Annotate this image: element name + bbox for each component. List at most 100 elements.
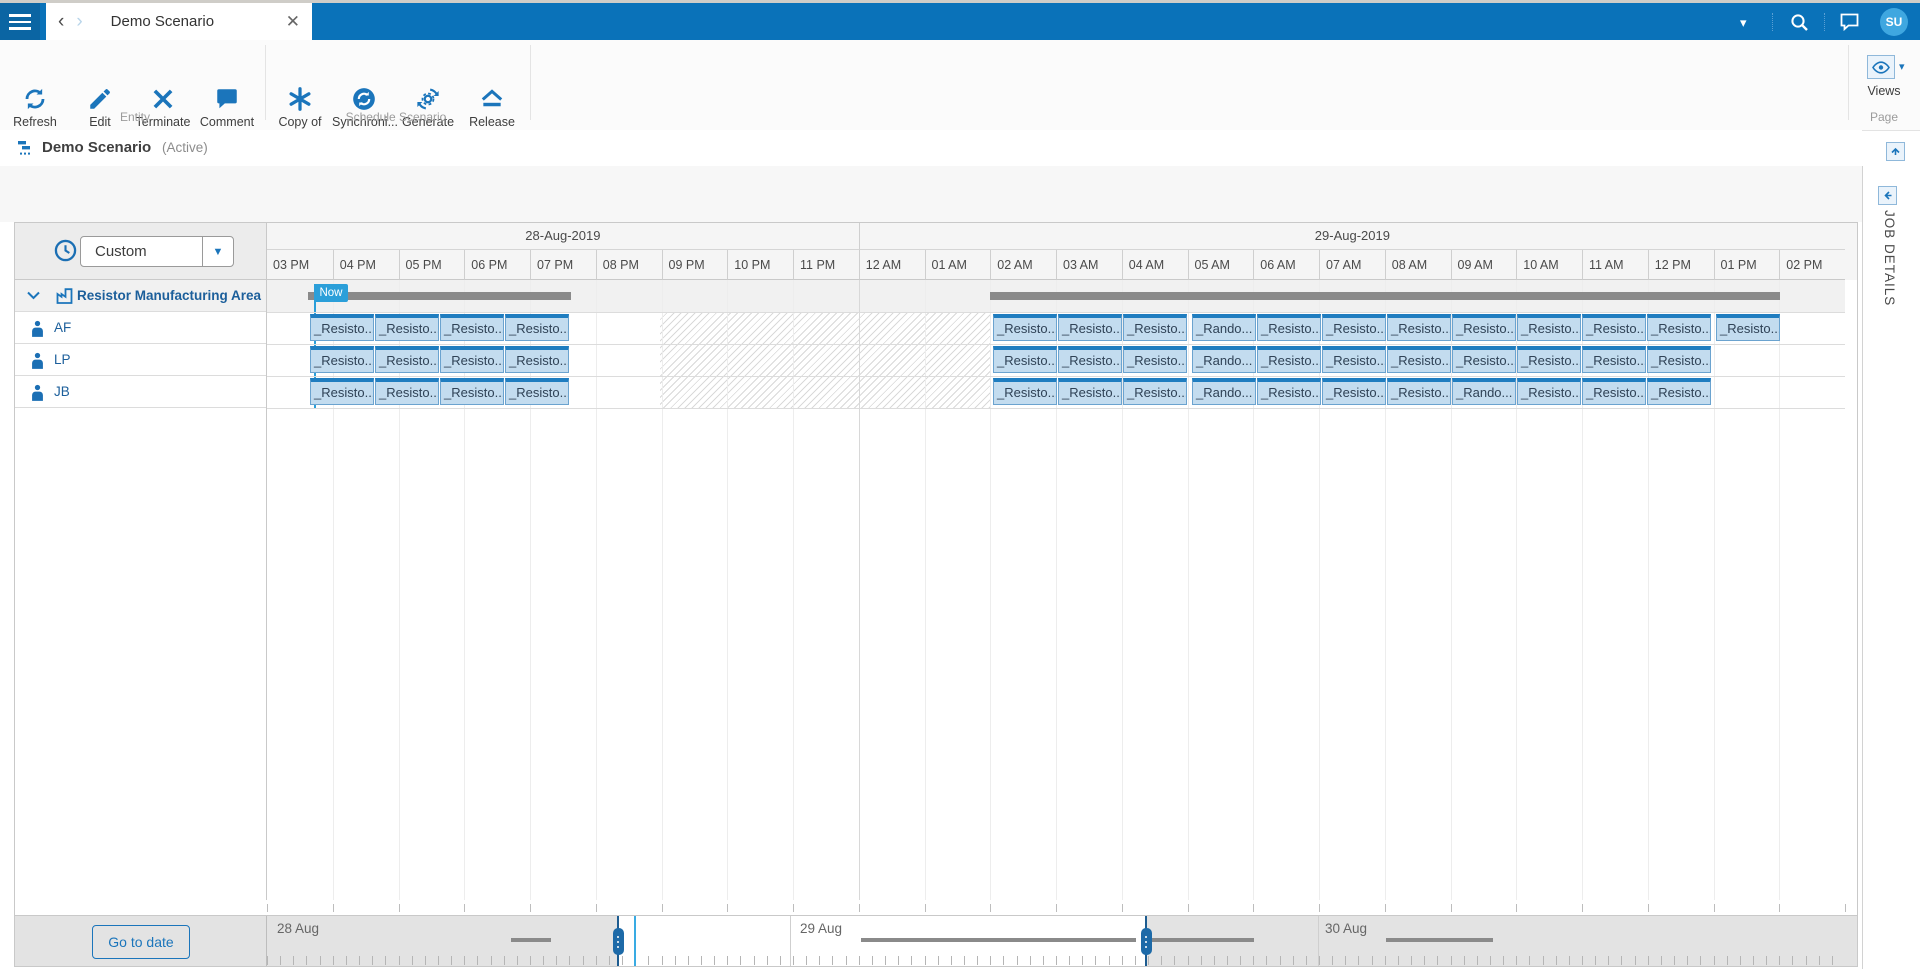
- gantt-bar-label: _Rando...: [1453, 382, 1515, 403]
- gantt-bar[interactable]: _Resisto...: [1647, 314, 1711, 341]
- grid-line: [1779, 280, 1780, 900]
- gantt-bar[interactable]: _Resisto...: [1058, 378, 1122, 405]
- gantt-bar[interactable]: _Resisto...: [1123, 378, 1187, 405]
- tab-close-icon[interactable]: ✕: [286, 13, 300, 30]
- gantt-bar[interactable]: _Resisto...: [505, 346, 569, 373]
- gantt-bar-label: _Resisto...: [1648, 318, 1710, 339]
- gantt-bar[interactable]: _Resisto...: [1582, 314, 1646, 341]
- gantt-bar[interactable]: _Resisto...: [1582, 346, 1646, 373]
- gantt-bar[interactable]: _Resisto...: [440, 346, 504, 373]
- gantt-bar[interactable]: _Resisto...: [1058, 314, 1122, 341]
- gantt-bar[interactable]: _Resisto...: [1452, 346, 1516, 373]
- gantt-bar[interactable]: _Rando...: [1452, 378, 1516, 405]
- gantt-bar[interactable]: _Resisto...: [1058, 346, 1122, 373]
- overview-strip[interactable]: 28 Aug29 Aug30 Aug: [267, 916, 1858, 967]
- gantt-bar[interactable]: _Resisto...: [1123, 346, 1187, 373]
- overview-handle[interactable]: [1141, 928, 1152, 955]
- gantt-bar[interactable]: _Resisto...: [310, 314, 374, 341]
- gantt-bar[interactable]: _Resisto...: [1322, 378, 1386, 405]
- hour-cell: 10 PM: [727, 250, 793, 280]
- gantt-bar[interactable]: _Resisto...: [1123, 314, 1187, 341]
- resource-row[interactable]: LP: [14, 344, 266, 376]
- chevron-down-icon[interactable]: [26, 290, 41, 301]
- topbar-separator: [1772, 13, 1773, 31]
- overview-tick: [990, 956, 991, 965]
- gantt-bar[interactable]: _Resisto...: [1322, 346, 1386, 373]
- overview-tick: [1056, 956, 1057, 965]
- gantt-bar[interactable]: _Resisto...: [1517, 346, 1581, 373]
- hamburger-menu-icon[interactable]: [0, 3, 40, 40]
- resource-row[interactable]: JB: [14, 376, 266, 408]
- ruler-tick: [267, 904, 268, 912]
- gantt-bar-label: _Resisto...: [441, 318, 503, 339]
- gantt-bar[interactable]: _Resisto...: [1517, 378, 1581, 405]
- gantt-bar[interactable]: _Resisto...: [505, 314, 569, 341]
- collapse-panel-button[interactable]: [1878, 186, 1897, 205]
- gantt-bar[interactable]: _Resisto...: [1582, 378, 1646, 405]
- gantt-bar[interactable]: _Resisto...: [1647, 346, 1711, 373]
- grid-line: [333, 280, 334, 900]
- overview-tick: [1135, 956, 1136, 965]
- grid-line: [727, 280, 728, 900]
- gantt-bar[interactable]: _Resisto...: [310, 346, 374, 373]
- views-caret-icon[interactable]: ▾: [1899, 60, 1905, 73]
- resource-row[interactable]: AF: [14, 312, 266, 344]
- scenario-tab[interactable]: ‹ › Demo Scenario ✕: [46, 3, 312, 40]
- gantt-bar[interactable]: _Resisto...: [993, 346, 1057, 373]
- gantt-bar-label: _Resisto...: [1059, 318, 1121, 339]
- gantt-bar[interactable]: _Resisto...: [375, 378, 439, 405]
- go-to-date-button[interactable]: Go to date: [92, 925, 190, 959]
- gantt-bar[interactable]: _Resisto...: [1257, 378, 1321, 405]
- overview-tick: [1753, 956, 1754, 965]
- ruler-tick: [1648, 904, 1649, 912]
- x-icon: [131, 86, 195, 112]
- gantt-bar[interactable]: _Rando...: [1192, 346, 1256, 373]
- gantt-bar[interactable]: _Resisto...: [1387, 314, 1451, 341]
- forward-chevron-icon[interactable]: ›: [70, 12, 88, 31]
- hour-cell: 05 AM: [1188, 250, 1254, 280]
- gantt-bar[interactable]: _Rando...: [1192, 314, 1256, 341]
- gantt-bar[interactable]: _Resisto...: [1387, 378, 1451, 405]
- gantt-bar[interactable]: _Resisto...: [1452, 314, 1516, 341]
- person-icon: [30, 320, 45, 337]
- gantt-bar[interactable]: _Resisto...: [993, 314, 1057, 341]
- views-button[interactable]: [1867, 55, 1895, 79]
- ruler-tick: [1451, 904, 1452, 912]
- overview-tick: [1490, 956, 1491, 965]
- date-cell: 29-Aug-2019: [859, 222, 1845, 250]
- overview-handle[interactable]: [613, 928, 624, 955]
- gantt-bar[interactable]: _Resisto...: [993, 378, 1057, 405]
- gantt-bar[interactable]: _Resisto...: [1257, 314, 1321, 341]
- collapse-up-button[interactable]: [1886, 142, 1905, 161]
- overview-tick: [1161, 956, 1162, 965]
- gantt-bar-label: _Resisto...: [1453, 318, 1515, 339]
- chat-icon[interactable]: [1840, 13, 1859, 31]
- gantt-bar[interactable]: _Resisto...: [310, 378, 374, 405]
- gantt-bar[interactable]: _Rando...: [1192, 378, 1256, 405]
- gantt-bar[interactable]: _Resisto...: [505, 378, 569, 405]
- hour-cell: 08 PM: [596, 250, 662, 280]
- overview-tick: [1556, 956, 1557, 965]
- gantt-bar[interactable]: _Resisto...: [375, 314, 439, 341]
- overview-left-cell: Go to date: [14, 916, 267, 967]
- gantt-bar[interactable]: _Resisto...: [440, 314, 504, 341]
- gantt-bar[interactable]: _Resisto...: [1257, 346, 1321, 373]
- overview-tick: [1017, 956, 1018, 965]
- gantt-bar[interactable]: _Resisto...: [440, 378, 504, 405]
- gantt-bar[interactable]: _Resisto...: [1387, 346, 1451, 373]
- gantt-bar[interactable]: _Resisto...: [1716, 314, 1780, 341]
- gantt-bar[interactable]: _Resisto...: [1322, 314, 1386, 341]
- area-row[interactable]: Resistor Manufacturing Area: [14, 280, 266, 312]
- hour-cell: 06 PM: [464, 250, 530, 280]
- overview-tick: [1188, 956, 1189, 965]
- job-details-tab[interactable]: JOB DETAILS: [1882, 210, 1897, 306]
- time-scale-select[interactable]: Custom ▼: [80, 236, 234, 267]
- overview-tick: [1398, 956, 1399, 965]
- global-search-icon[interactable]: [1790, 13, 1809, 32]
- gantt-bar[interactable]: _Resisto...: [375, 346, 439, 373]
- gantt-bar[interactable]: _Resisto...: [1647, 378, 1711, 405]
- gantt-bar[interactable]: _Resisto...: [1517, 314, 1581, 341]
- back-chevron-icon[interactable]: ‹: [52, 12, 70, 31]
- user-avatar[interactable]: SU: [1880, 8, 1908, 36]
- topbar-dropdown-caret-icon[interactable]: ▾: [1740, 15, 1747, 31]
